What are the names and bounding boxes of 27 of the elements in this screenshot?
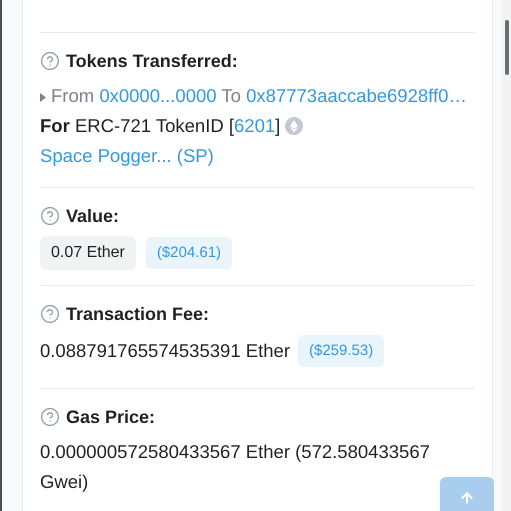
caret-icon[interactable]: [40, 93, 46, 102]
usd-value: ($204.61): [146, 237, 232, 269]
from-label: From: [51, 85, 94, 106]
token-id-link[interactable]: 6201: [234, 115, 276, 136]
token-standard: ERC-721: [74, 115, 152, 136]
ether-amount: 0.07 Ether: [40, 236, 136, 270]
token-id-label: TokenID [: [156, 115, 234, 136]
token-name-link[interactable]: Space Pogger... (SP): [40, 145, 214, 166]
for-label: For: [40, 115, 70, 136]
to-address-link[interactable]: 0x87773aaccabe6928ff0…: [246, 85, 467, 106]
field-label: Tokens Transferred:: [66, 50, 238, 72]
scrollbar-thumb[interactable]: [504, 20, 508, 75]
gas-price-value: 0.000000572580433567 Ether (572.580433567 Gwei): [40, 441, 430, 492]
from-address-link[interactable]: 0x0000...0000: [99, 85, 217, 106]
field-label: Transaction Fee:: [66, 304, 210, 324]
usd-value: ($259.53): [298, 335, 384, 367]
fee-amount: 0.088791765574535391 Ether: [40, 340, 290, 362]
field-label: Value:: [66, 206, 120, 226]
field-label: Gas Price:: [66, 406, 156, 428]
help-icon: [40, 206, 60, 226]
help-icon: [40, 304, 60, 324]
help-icon: [40, 51, 60, 71]
help-icon: [40, 407, 60, 427]
token-id-bracket: ]: [275, 115, 280, 136]
to-label: To: [221, 85, 241, 106]
scrollbar[interactable]: [502, 0, 511, 511]
ether-token-icon: [285, 117, 304, 135]
